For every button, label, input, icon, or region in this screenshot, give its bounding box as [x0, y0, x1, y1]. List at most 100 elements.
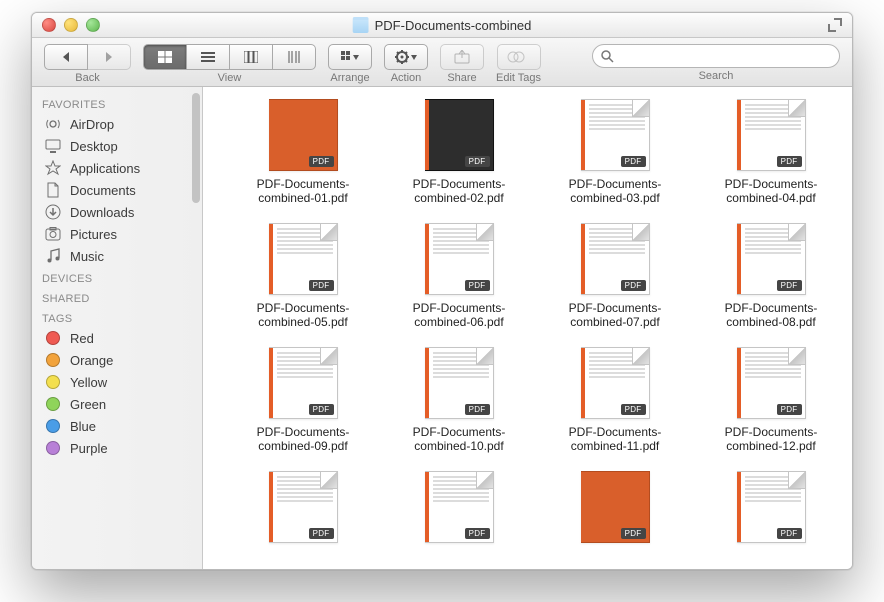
sidebar-header-devices: DEVICES	[32, 267, 202, 287]
sidebar-item-desktop[interactable]: Desktop	[32, 135, 202, 157]
documents-icon	[44, 182, 62, 198]
search-input[interactable]	[614, 48, 831, 64]
tag-dot-icon	[46, 375, 60, 389]
sidebar-item-label: Documents	[70, 183, 136, 198]
sidebar-tag-blue[interactable]: Blue	[32, 415, 202, 437]
sidebar-tag-red[interactable]: Red	[32, 327, 202, 349]
sidebar-tag-green[interactable]: Green	[32, 393, 202, 415]
search-field[interactable]	[592, 44, 840, 68]
sidebar-tag-label: Purple	[70, 441, 108, 456]
pdf-badge: PDF	[777, 280, 802, 291]
file-item[interactable]: PDF PDF-Documents-combined-01.pdf	[233, 99, 373, 205]
pdf-thumbnail-icon: PDF	[269, 471, 338, 543]
file-name: PDF-Documents-combined-12.pdf	[701, 425, 841, 453]
fullscreen-button[interactable]	[828, 18, 842, 32]
sidebar-item-documents[interactable]: Documents	[32, 179, 202, 201]
file-name: PDF-Documents-combined-05.pdf	[233, 301, 373, 329]
sidebar-tag-yellow[interactable]: Yellow	[32, 371, 202, 393]
file-name: PDF-Documents-combined-09.pdf	[233, 425, 373, 453]
file-item[interactable]: PDFPDF-Documents-combined-07.pdf	[545, 223, 685, 329]
sidebar-item-label: AirDrop	[70, 117, 114, 132]
sidebar-item-apps[interactable]: Applications	[32, 157, 202, 179]
gear-icon	[395, 50, 417, 64]
minimize-window-button[interactable]	[64, 18, 78, 32]
back-icon	[61, 51, 71, 63]
pdf-thumbnail-icon: PDF	[269, 99, 338, 171]
file-name: PDF-Documents-combined-06.pdf	[389, 301, 529, 329]
sidebar-tag-label: Red	[70, 331, 94, 346]
sidebar-scrollbar[interactable]	[192, 93, 200, 203]
pdf-thumbnail-icon: PDF	[269, 223, 338, 295]
close-window-button[interactable]	[42, 18, 56, 32]
pdf-thumbnail-icon: PDF	[581, 99, 650, 171]
pdf-badge: PDF	[621, 528, 646, 539]
share-icon	[454, 50, 470, 64]
sidebar-tag-orange[interactable]: Orange	[32, 349, 202, 371]
sidebar-item-label: Pictures	[70, 227, 117, 242]
file-item[interactable]: PDF PDF-Documents-combined-05.pdf	[233, 223, 373, 329]
window-body: FAVORITES AirDropDesktopApplicationsDocu…	[32, 87, 852, 569]
music-icon	[44, 248, 62, 264]
tags-icon	[507, 51, 531, 63]
file-browser[interactable]: PDFPDF-Documents-combined-01.pdfPDFPDF-D…	[203, 87, 852, 569]
file-item[interactable]: PDFPDF-Documents-combined-10.pdf	[389, 347, 529, 453]
list-view-button[interactable]	[187, 44, 230, 70]
zoom-window-button[interactable]	[86, 18, 100, 32]
sidebar-item-music[interactable]: Music	[32, 245, 202, 267]
arrange-icon	[341, 51, 359, 63]
file-name: PDF-Documents-combined-03.pdf	[545, 177, 685, 205]
file-name: PDF-Documents-combined-02.pdf	[389, 177, 529, 205]
sidebar-item-label: Downloads	[70, 205, 134, 220]
window-title-text: PDF-Documents-combined	[375, 18, 532, 33]
edit-tags-label: Edit Tags	[496, 72, 541, 84]
pictures-icon	[44, 226, 62, 242]
sidebar-item-label: Applications	[70, 161, 140, 176]
tag-dot-icon	[46, 397, 60, 411]
sidebar-item-airdrop[interactable]: AirDrop	[32, 113, 202, 135]
file-item[interactable]: PDFPDF-Documents-combined-09.pdf	[233, 347, 373, 453]
file-item[interactable]: PDFPDF-Documents-combined-11.pdf	[545, 347, 685, 453]
file-item[interactable]: PDF	[389, 471, 529, 549]
sidebar-tag-purple[interactable]: Purple	[32, 437, 202, 459]
file-item[interactable]: PDFPDF-Documents-combined-04.pdf	[701, 99, 841, 205]
sidebar-item-downloads[interactable]: Downloads	[32, 201, 202, 223]
icon-view-button[interactable]	[143, 44, 187, 70]
pdf-badge: PDF	[777, 156, 802, 167]
pdf-badge: PDF	[465, 404, 490, 415]
action-button[interactable]	[384, 44, 428, 70]
sidebar-item-pictures[interactable]: Pictures	[32, 223, 202, 245]
columns-icon	[244, 51, 258, 63]
tag-dot-icon	[46, 353, 60, 367]
file-item[interactable]: PDF	[545, 471, 685, 549]
file-item[interactable]: PDF PDF-Documents-combined-02.pdf	[389, 99, 529, 205]
traffic-lights	[32, 18, 100, 32]
toolbar: Back	[32, 38, 852, 87]
pdf-thumbnail-icon: PDF	[425, 471, 494, 543]
folder-icon	[353, 17, 369, 33]
file-item[interactable]: PDF	[233, 471, 373, 549]
pdf-badge: PDF	[777, 528, 802, 539]
file-item[interactable]: PDF PDF-Documents-combined-12.pdf	[701, 347, 841, 453]
coverflow-view-button[interactable]	[273, 44, 316, 70]
file-item[interactable]: PDF	[701, 471, 841, 549]
list-icon	[201, 51, 215, 63]
sidebar-item-label: Desktop	[70, 139, 118, 154]
column-view-button[interactable]	[230, 44, 273, 70]
pdf-thumbnail-icon: PDF	[425, 347, 494, 419]
file-item[interactable]: PDFPDF-Documents-combined-08.pdf	[701, 223, 841, 329]
arrange-button[interactable]	[328, 44, 372, 70]
share-button[interactable]	[440, 44, 484, 70]
file-name: PDF-Documents-combined-01.pdf	[233, 177, 373, 205]
pdf-thumbnail-icon: PDF	[737, 347, 806, 419]
pdf-badge: PDF	[621, 156, 646, 167]
back-button[interactable]	[44, 44, 88, 70]
tag-dot-icon	[46, 419, 60, 433]
file-item[interactable]: PDF PDF-Documents-combined-03.pdf	[545, 99, 685, 205]
grid-icon	[158, 51, 172, 63]
file-item[interactable]: PDFPDF-Documents-combined-06.pdf	[389, 223, 529, 329]
forward-icon	[104, 51, 114, 63]
pdf-badge: PDF	[465, 156, 490, 167]
file-grid: PDFPDF-Documents-combined-01.pdfPDFPDF-D…	[233, 99, 832, 549]
edit-tags-button[interactable]	[497, 44, 541, 70]
forward-button[interactable]	[88, 44, 131, 70]
